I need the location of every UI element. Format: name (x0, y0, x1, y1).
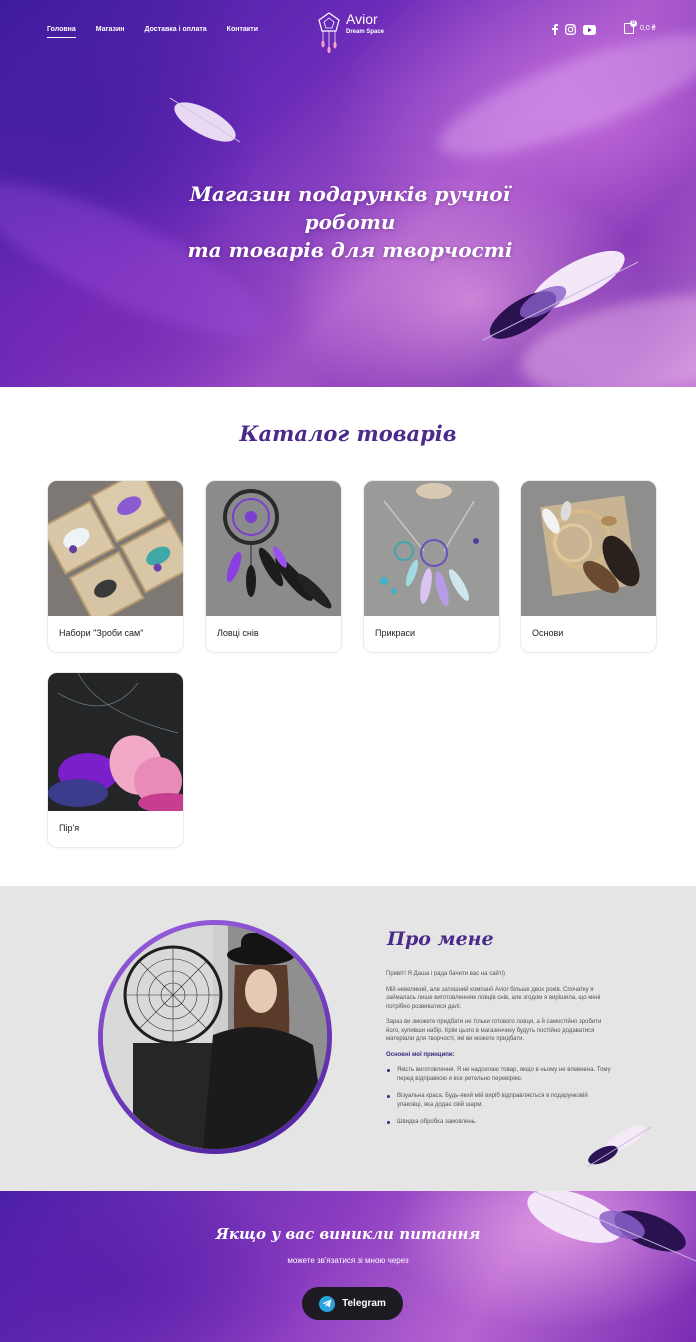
youtube-icon[interactable] (583, 24, 596, 39)
about-section: Про мене Привіт! Я Даша і рада бачити ва… (0, 886, 696, 1191)
cart-button[interactable]: 0 0,0 ₴ (624, 20, 656, 34)
principles-heading: Основні мої принципи: (386, 1051, 455, 1058)
category-card-bases[interactable]: Основи (520, 480, 657, 653)
category-label: Прикраси (375, 628, 415, 638)
white-feather-image (169, 97, 241, 143)
about-feather-image (586, 1125, 652, 1168)
hero-title: Магазин подарунків ручної роботи та това… (150, 180, 550, 264)
diy-kits-image (48, 481, 183, 616)
category-card-jewelry[interactable]: Прикраси (363, 480, 500, 653)
contact-subtitle: можете зв'язатися зі мною через (287, 1256, 409, 1265)
hero-section: Головна Магазин Доставка і оплата Контак… (0, 0, 696, 387)
contact-title: Якщо у вас виникли питання (215, 1225, 481, 1243)
instagram-icon[interactable] (565, 24, 576, 39)
social-links (552, 24, 596, 39)
catalog-title: Каталог товарів (239, 421, 457, 446)
hero-title-line: Магазин подарунків ручної роботи (189, 182, 511, 234)
author-photo (103, 925, 327, 1149)
about-paragraph: Зараз ви зможете придбати не тільки гото… (386, 1019, 602, 1042)
nav-link-home[interactable]: Головна (47, 26, 76, 38)
principle-item: Візуальна краса. Будь-який мій виріб від… (386, 1092, 612, 1109)
nav-link-contacts[interactable]: Контакти (227, 26, 258, 33)
category-card-dreamcatchers[interactable]: Ловці снів (205, 480, 342, 653)
category-label: Ловці снів (217, 628, 259, 638)
hero-title-line: та товарів для творчості (187, 238, 513, 262)
bases-image (521, 481, 656, 616)
telegram-button[interactable]: Telegram (302, 1287, 403, 1320)
telegram-icon (319, 1295, 336, 1312)
principles-list: Якість виготовлення. Я не надсилаю товар… (386, 1066, 612, 1127)
author-photo-frame (98, 920, 332, 1154)
main-nav: Головна Магазин Доставка і оплата Контак… (47, 26, 258, 38)
about-text: Привіт! Я Даша і рада бачити вас на сайт… (386, 970, 612, 1136)
contact-section: Якщо у вас виникли питання можете зв'яза… (0, 1191, 696, 1342)
category-label: Основи (532, 628, 564, 638)
about-paragraph: Мій невеликий, але затишний компанії Avi… (386, 986, 601, 1010)
category-card-diy-kits[interactable]: Набори "Зроби сам" (47, 480, 184, 653)
category-label: Набори "Зроби сам" (59, 628, 144, 638)
feathers-image (48, 673, 183, 811)
category-label: Пір'я (59, 823, 80, 833)
dreamcatcher-logo-icon (318, 12, 340, 53)
logo-subtitle: Dream Space (346, 29, 385, 35)
principle-item: Швидка обробка замовлень. (386, 1118, 612, 1127)
category-card-feathers[interactable]: Пір'я (47, 672, 184, 848)
cart-total: 0,0 ₴ (640, 25, 656, 32)
shopping-bag-icon: 0 (624, 20, 637, 34)
nav-link-shop[interactable]: Магазин (96, 26, 125, 33)
jewelry-image (364, 481, 499, 616)
logo-name: Avior (346, 11, 378, 27)
dreamcatchers-image (206, 481, 341, 616)
about-greeting: Привіт! Я Даша і рада бачити вас на сайт… (386, 971, 505, 977)
facebook-icon[interactable] (552, 24, 558, 39)
principle-item: Якість виготовлення. Я не надсилаю товар… (386, 1066, 612, 1083)
about-title: Про мене (387, 928, 494, 950)
telegram-button-label: Telegram (342, 1298, 386, 1309)
nav-link-delivery[interactable]: Доставка і оплата (145, 26, 207, 33)
site-logo[interactable]: Avior Dream Space (316, 11, 384, 53)
cart-count-badge: 0 (630, 20, 637, 27)
